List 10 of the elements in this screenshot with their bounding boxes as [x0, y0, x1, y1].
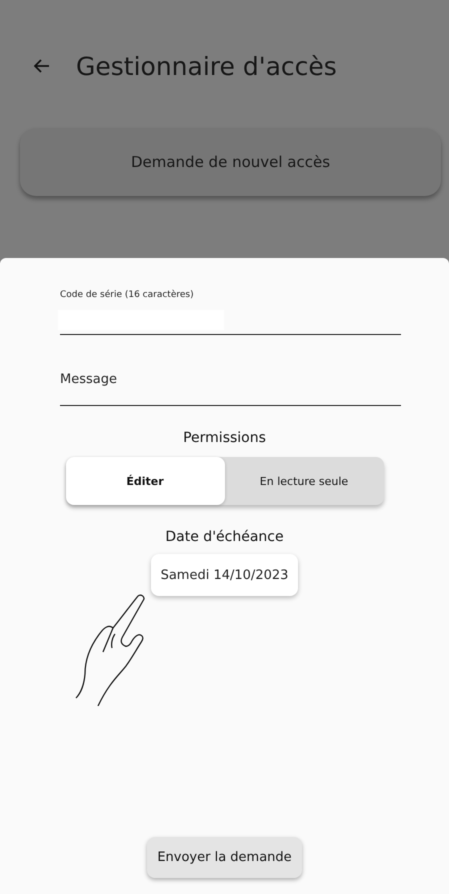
back-arrow-icon[interactable] — [34, 59, 50, 73]
permission-option[interactable]: En lecture seule — [224, 457, 384, 505]
new-access-request-button[interactable]: Demande de nouvel accès — [20, 128, 441, 196]
message-field[interactable]: Message — [60, 353, 401, 405]
date-picker-button[interactable]: Samedi 14/10/2023 — [150, 554, 298, 596]
permissions-title: Permissions — [183, 430, 266, 446]
send-request-button[interactable]: Envoyer la demande — [147, 837, 302, 878]
due-date-title: Date d'échéance — [165, 529, 284, 545]
permission-option[interactable]: Éditer — [66, 457, 224, 505]
screen-title: Gestionnaire d'accès — [76, 52, 337, 80]
